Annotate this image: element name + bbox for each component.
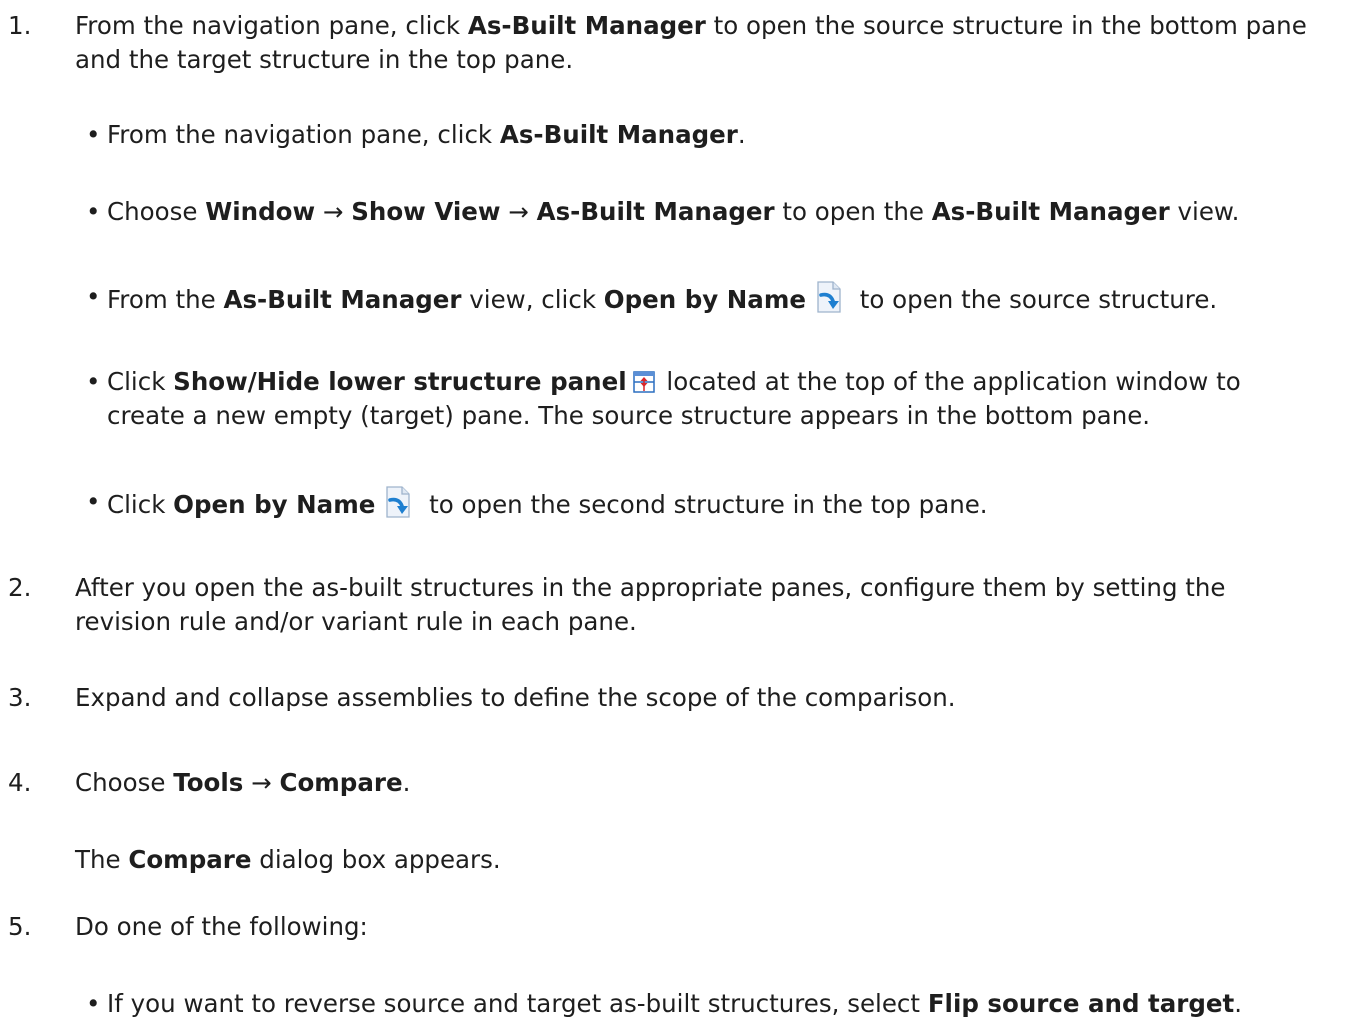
substep-text: Click Open by Name to open the second st…	[107, 485, 1353, 528]
open-by-name-icon	[812, 280, 846, 323]
bullet: •	[86, 282, 101, 311]
step-text: From the navigation pane, click As-Built…	[75, 11, 1307, 40]
bullet: •	[86, 487, 101, 516]
step-text: Expand and collapse assemblies to define…	[75, 683, 956, 712]
substep-text: From the As-Built Manager view, click Op…	[107, 280, 1353, 323]
substep-text: Click Show/Hide lower structure panel lo…	[107, 365, 1353, 402]
step-note: The Compare dialog box appears.	[75, 845, 501, 874]
step-number: 4.	[8, 768, 32, 797]
step-number: 5.	[8, 912, 32, 941]
open-by-name-icon	[381, 485, 415, 528]
step-number: 1.	[8, 11, 32, 40]
substep-text: If you want to reverse source and target…	[107, 989, 1243, 1018]
step-text: Choose Tools → Compare.	[75, 768, 411, 797]
bullet: •	[86, 197, 101, 226]
step-text: Do one of the following:	[75, 912, 368, 941]
document: 1. From the navigation pane, click As-Bu…	[0, 0, 1357, 1018]
bullet: •	[86, 120, 101, 149]
substep-text: From the navigation pane, click As-Built…	[107, 120, 746, 149]
step-text: After you open the as-built structures i…	[75, 573, 1226, 602]
bullet: •	[86, 989, 101, 1018]
step-number: 2.	[8, 573, 32, 602]
step-text-line2: and the target structure in the top pane…	[75, 45, 574, 74]
substep-text: Choose Window → Show View → As-Built Man…	[107, 197, 1240, 226]
show-hide-lower-panel-icon	[632, 368, 655, 402]
step-number: 3.	[8, 683, 32, 712]
substep-text-line2: create a new empty (target) pane. The so…	[107, 401, 1151, 430]
step-text-line2: revision rule and/or variant rule in eac…	[75, 607, 637, 636]
bullet: •	[86, 367, 101, 396]
